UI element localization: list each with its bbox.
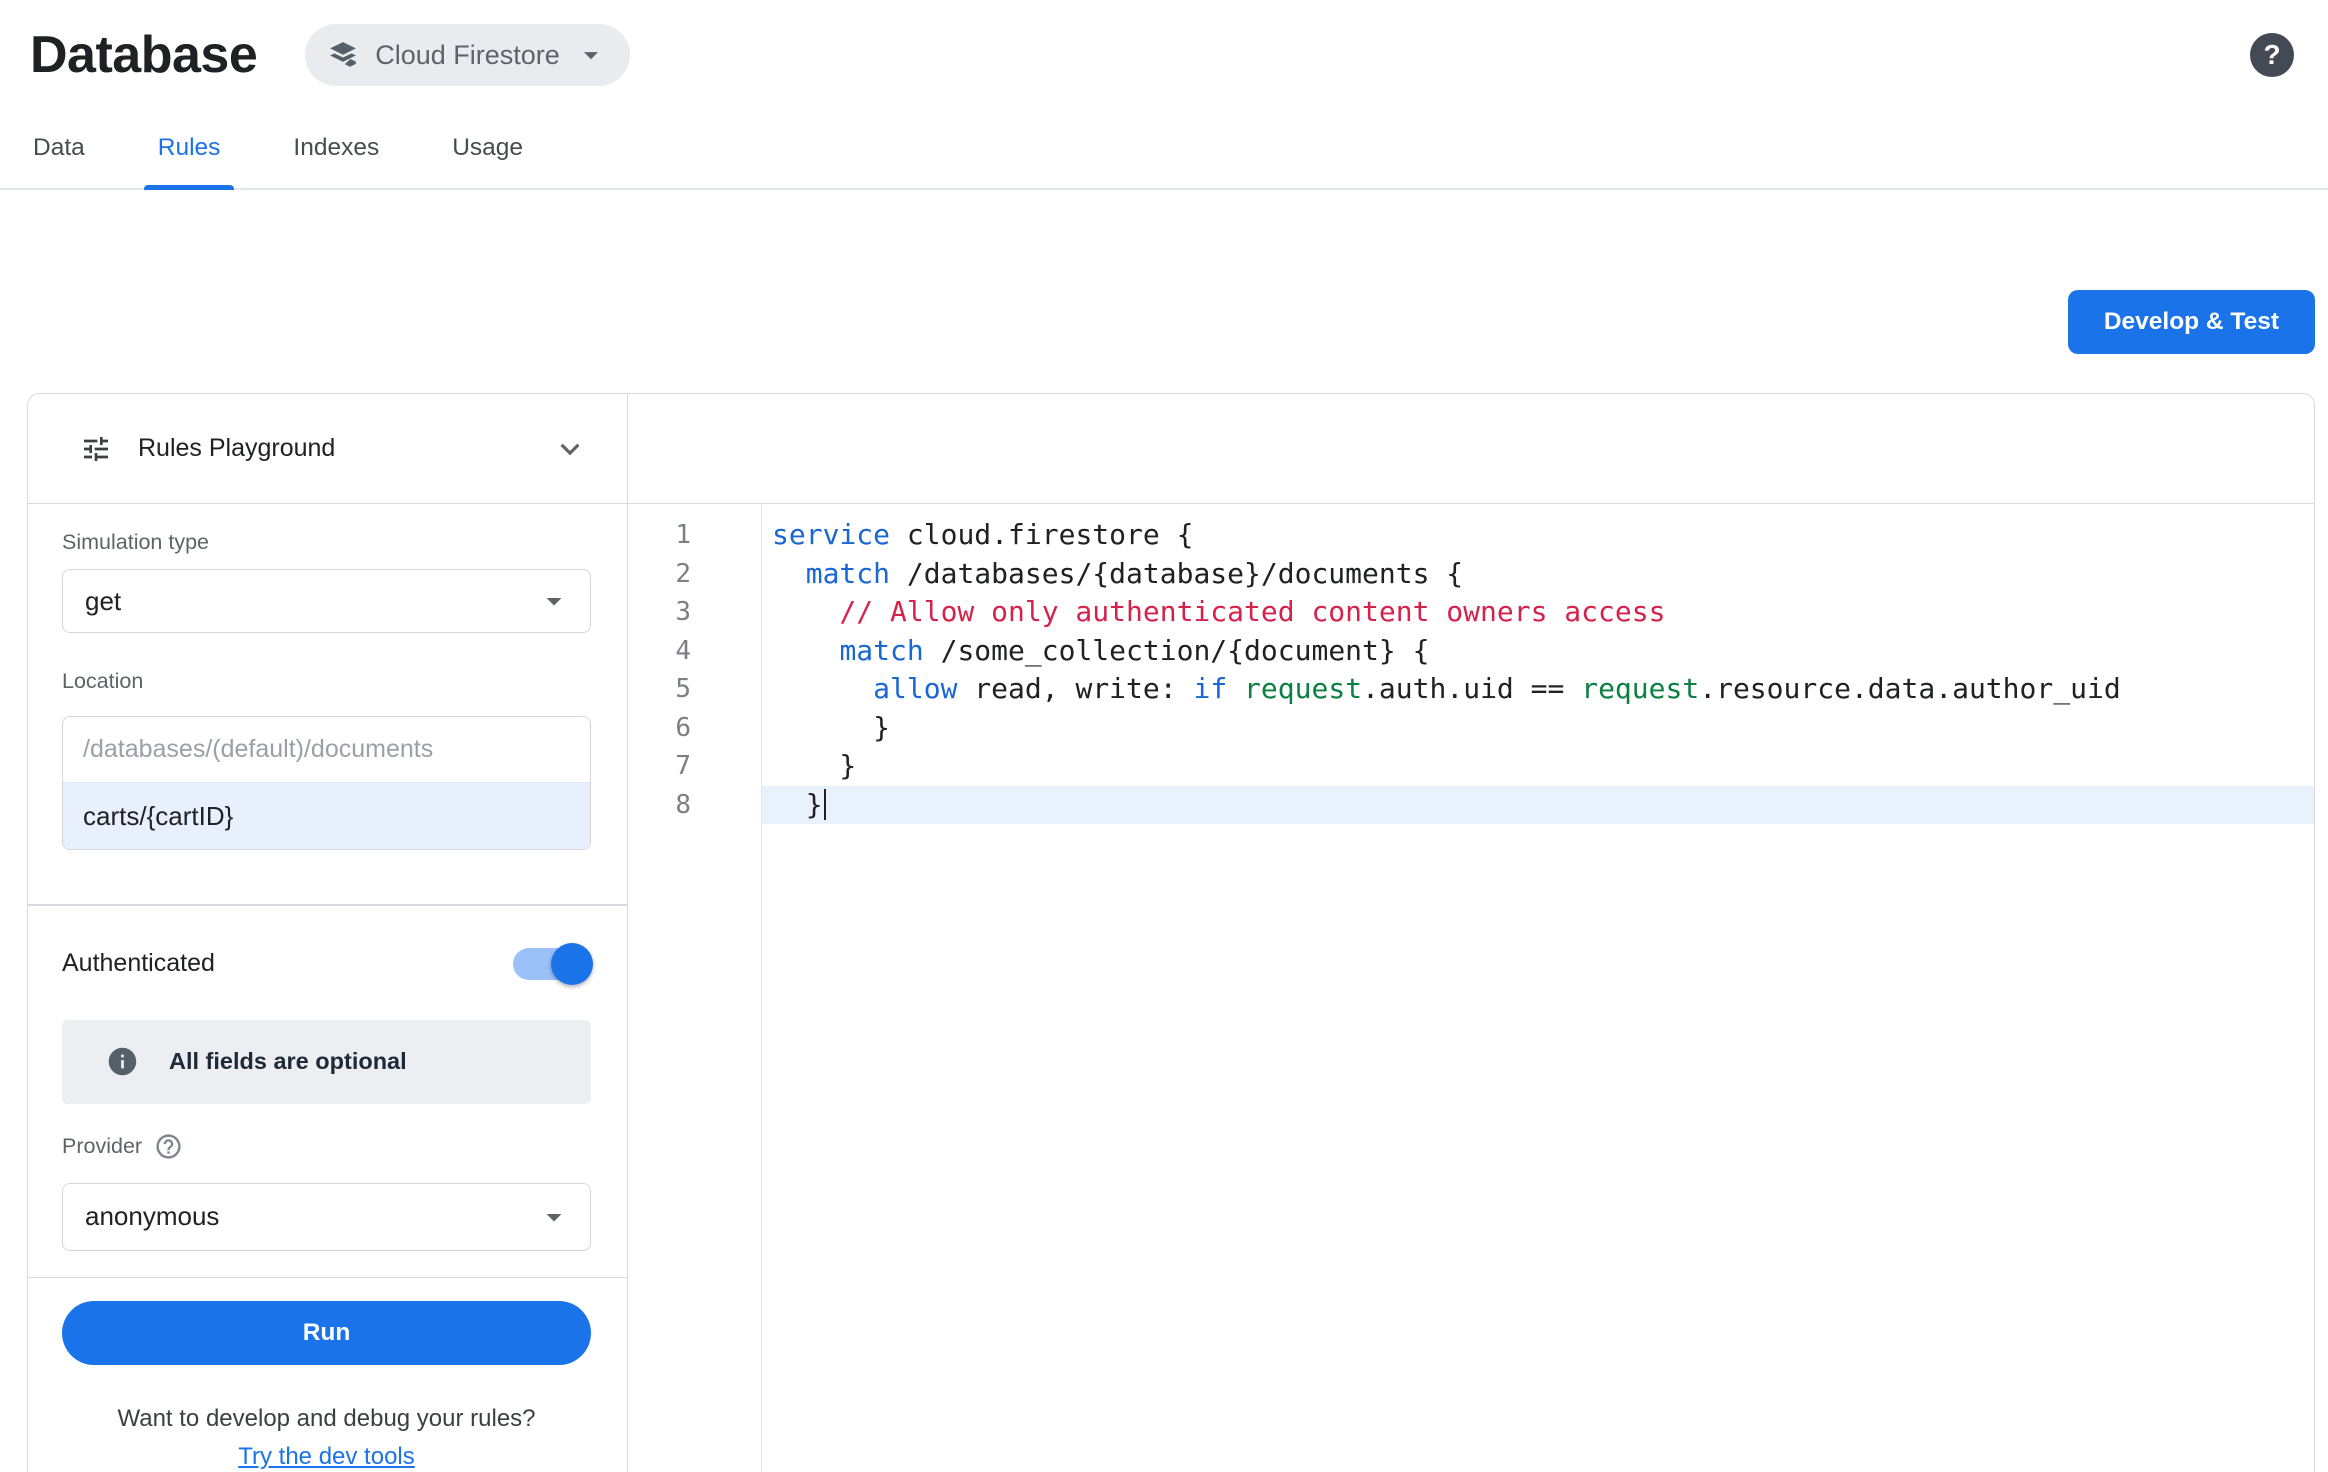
dropdown-arrow-icon (536, 583, 572, 619)
rules-playground-header: Rules Playground (28, 394, 627, 504)
run-button[interactable]: Run (62, 1301, 591, 1365)
code-area[interactable]: service cloud.firestore { match /databas… (762, 504, 2314, 1472)
page-header: Database Cloud Firestore ? (0, 0, 2328, 100)
simulation-type-label: Simulation type (62, 530, 591, 555)
help-button[interactable]: ? (2250, 33, 2294, 77)
code-line-7[interactable]: } (762, 747, 2314, 786)
dev-tools-link[interactable]: Try the dev tools (62, 1443, 591, 1471)
code-line-4[interactable]: match /some_collection/{document} { (762, 632, 2314, 671)
line-number: 2 (628, 555, 691, 594)
authenticated-toggle[interactable] (513, 948, 591, 980)
provider-label: Provider (62, 1134, 142, 1159)
firestore-database-page: Database Cloud Firestore ? Data Rules In… (0, 0, 2328, 1472)
rules-playground-panel: Rules Playground Simulation type get Loc… (28, 394, 628, 1472)
simulation-type-select[interactable]: get (62, 569, 591, 633)
chevron-down-icon (574, 38, 608, 72)
page-title: Database (30, 25, 257, 85)
toggle-knob (551, 943, 593, 985)
provider-select[interactable]: anonymous (62, 1183, 591, 1251)
location-field: /databases/(default)/documents carts/{ca… (62, 716, 591, 850)
code-line-8[interactable]: } (762, 786, 2314, 825)
collapse-panel-button[interactable] (551, 430, 589, 468)
develop-and-test-button[interactable]: Develop & Test (2068, 290, 2315, 354)
info-icon (106, 1045, 139, 1078)
line-number: 5 (628, 670, 691, 709)
location-input[interactable]: carts/{cartID} (63, 783, 590, 849)
line-number: 3 (628, 593, 691, 632)
rules-playground-title: Rules Playground (138, 434, 335, 463)
authenticated-label: Authenticated (62, 949, 215, 978)
line-number: 6 (628, 709, 691, 748)
line-number: 7 (628, 747, 691, 786)
info-banner-text: All fields are optional (169, 1048, 407, 1075)
product-switcher-chip[interactable]: Cloud Firestore (305, 24, 630, 86)
location-label: Location (62, 669, 591, 694)
tab-data[interactable]: Data (19, 100, 99, 188)
tab-indexes[interactable]: Indexes (279, 100, 393, 188)
dev-tools-question: Want to develop and debug your rules? (62, 1405, 591, 1433)
code-line-3[interactable]: // Allow only authenticated content owne… (762, 593, 2314, 632)
provider-row: Provider (62, 1132, 591, 1161)
editor-toolbar (628, 394, 2314, 504)
rules-playground-body: Simulation type get Location /databases/… (28, 504, 627, 1472)
tab-usage[interactable]: Usage (438, 100, 537, 188)
code-line-2[interactable]: match /databases/{database}/documents { (762, 555, 2314, 594)
chevron-down-icon (551, 430, 589, 468)
tune-icon (80, 433, 112, 465)
firestore-icon (325, 37, 361, 73)
tab-rules[interactable]: Rules (144, 100, 235, 188)
authenticated-row: Authenticated (62, 932, 591, 996)
code-line-5[interactable]: allow read, write: if request.auth.uid =… (762, 670, 2314, 709)
line-number: 8 (628, 786, 691, 825)
dropdown-arrow-icon (536, 1199, 572, 1235)
text-cursor (824, 789, 827, 820)
product-chip-label: Cloud Firestore (375, 40, 560, 71)
code-line-6[interactable]: } (762, 709, 2314, 748)
code-line-1[interactable]: service cloud.firestore { (762, 516, 2314, 555)
simulation-type-value: get (85, 586, 121, 617)
line-number: 4 (628, 632, 691, 671)
line-number-gutter: 12345678 (628, 504, 762, 1472)
editor-body: 12345678 service cloud.firestore { match… (628, 504, 2314, 1472)
divider (28, 1277, 627, 1279)
provider-value: anonymous (85, 1201, 219, 1232)
tab-bar: Data Rules Indexes Usage (0, 100, 2328, 190)
rules-card: Rules Playground Simulation type get Loc… (27, 393, 2315, 1472)
help-outline-icon[interactable] (154, 1132, 183, 1161)
line-number: 1 (628, 516, 691, 555)
location-prefix-placeholder: /databases/(default)/documents (63, 717, 590, 783)
info-banner: All fields are optional (62, 1020, 591, 1104)
divider (28, 904, 627, 906)
rules-editor: 12345678 service cloud.firestore { match… (628, 394, 2314, 1472)
